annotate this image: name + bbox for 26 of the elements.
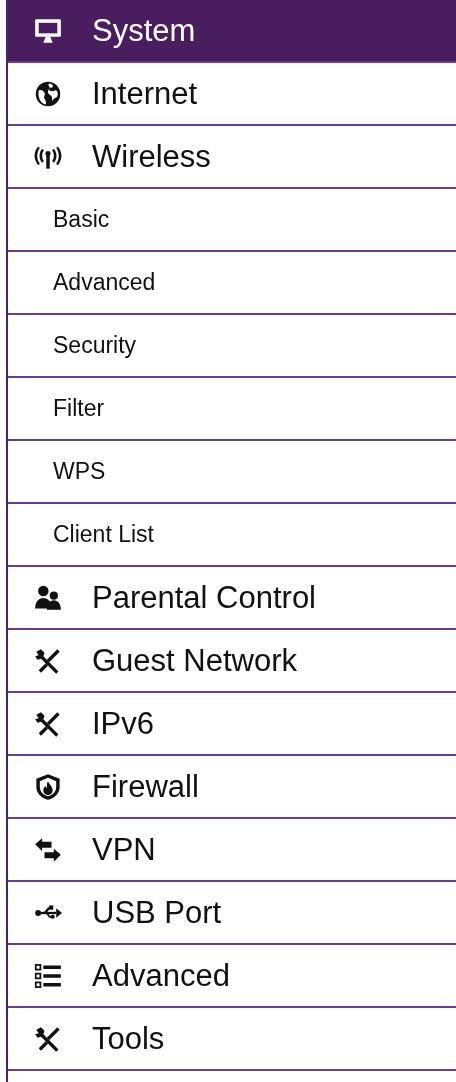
menu-label: Internet (92, 75, 198, 112)
globe-icon (34, 79, 62, 108)
menu-label: Advanced (92, 957, 230, 994)
menu-label: Guest Network (92, 642, 297, 679)
menu-label: System (92, 12, 196, 49)
shield-icon (34, 772, 62, 801)
list-icon (34, 961, 62, 990)
menu-label: Filter (53, 395, 105, 422)
menu-label: IPv6 (92, 705, 155, 742)
tools-icon (34, 1024, 62, 1053)
menu-label: Advanced (53, 269, 156, 296)
menu-label: Security (53, 332, 137, 359)
menu-label: VPN (92, 831, 156, 868)
menu-label: Tools (92, 1020, 165, 1057)
tools-icon (34, 646, 62, 675)
users-icon (34, 583, 62, 612)
menu-label: Wireless (92, 138, 211, 175)
menu-label: Client List (53, 521, 154, 548)
menu-label: Parental Control (92, 579, 316, 616)
menu-item[interactable]: System (8, 0, 456, 63)
menu-label: Basic (53, 206, 110, 233)
menu-label: WPS (53, 458, 106, 485)
tools-icon (34, 709, 62, 738)
monitor-icon (34, 16, 62, 45)
menu-label: Firewall (92, 768, 199, 805)
menu-label: USB Port (92, 894, 222, 931)
